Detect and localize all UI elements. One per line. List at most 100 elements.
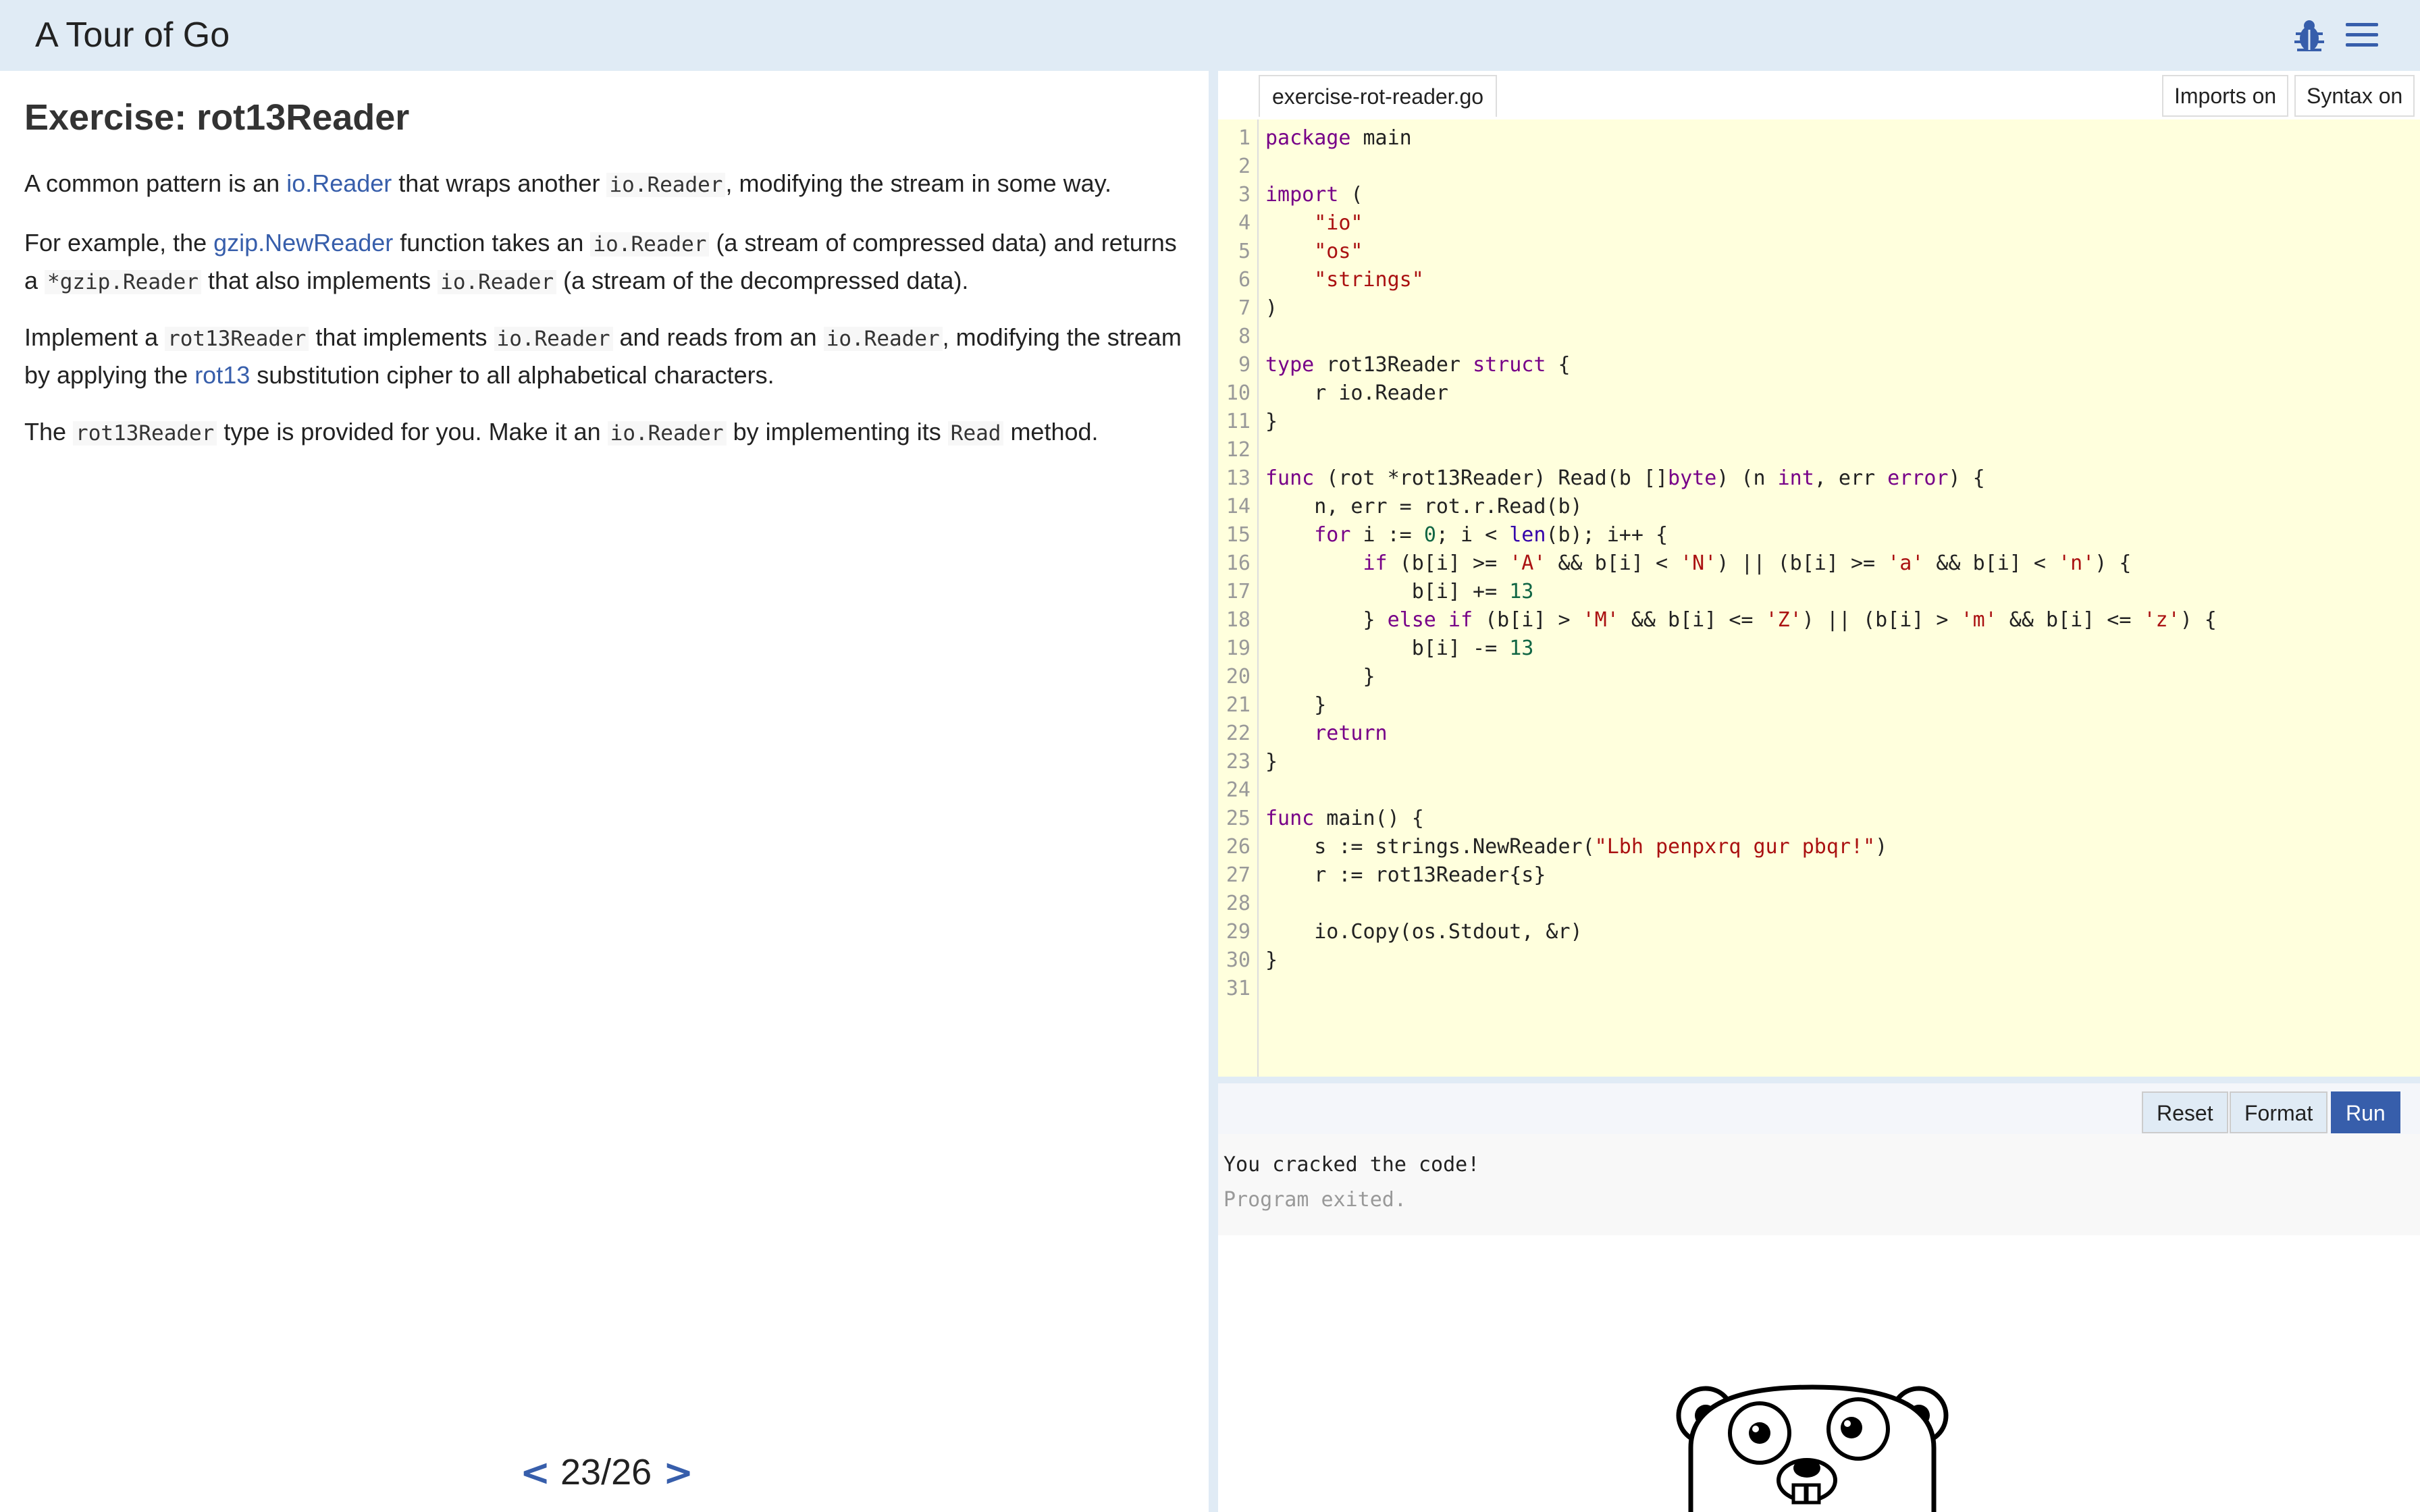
lesson-paragraph: The rot13Reader type is provided for you…: [24, 414, 1192, 452]
panel-resize-handle[interactable]: [1209, 71, 1218, 1512]
gzip-newreader-link[interactable]: gzip.NewReader: [213, 229, 393, 256]
line-number: 9: [1238, 353, 1251, 377]
code-text: }: [1265, 693, 1327, 717]
keyword: return: [1314, 722, 1388, 745]
line-number: 2: [1238, 155, 1251, 178]
code-text: ) {: [2095, 551, 2132, 575]
line-number: 16: [1226, 551, 1251, 575]
next-page-button[interactable]: >: [663, 1451, 693, 1494]
lesson-title: Exercise: rot13Reader: [24, 97, 410, 138]
code-text: i :=: [1350, 523, 1424, 547]
code-text: ) || (b[i] >=: [1716, 551, 1888, 575]
line-number: 6: [1238, 268, 1251, 292]
code-text: ): [1265, 296, 1278, 320]
string-literal: "Lbh penpxrq gur pbqr!": [1594, 835, 1876, 859]
editor-controls: Reset Format Run: [1218, 1077, 2420, 1134]
inline-code: io.Reader: [590, 232, 710, 256]
text: that wraps another: [392, 169, 607, 197]
line-number: 24: [1226, 778, 1251, 802]
code-text: }: [1265, 665, 1375, 688]
text: The: [24, 418, 74, 446]
code-text: (b); i++ {: [1546, 523, 1668, 547]
line-number: 31: [1226, 977, 1251, 1000]
code-text: }: [1265, 948, 1278, 972]
editor-tab-bar: exercise-rot-reader.go Imports on Syntax…: [1218, 71, 2420, 119]
io-reader-link[interactable]: io.Reader: [286, 169, 392, 197]
text: that implements: [309, 323, 494, 351]
builtin-function: len: [1509, 523, 1546, 547]
number-literal: 0: [1423, 523, 1436, 547]
line-number: 19: [1226, 637, 1251, 660]
lesson-paragraph: Implement a rot13Reader that implements …: [24, 319, 1192, 393]
line-number: 18: [1226, 608, 1251, 632]
code-text: ) {: [1948, 466, 1985, 490]
code-line: type rot13Reader struct {: [1265, 353, 1571, 377]
code-line: s := strings.NewReader("Lbh penpxrq gur …: [1265, 835, 1887, 859]
code-text: (b[i] >: [1473, 608, 1583, 632]
rune-literal: 'z': [2143, 608, 2180, 632]
code-line: "os": [1265, 240, 1363, 263]
line-number: 22: [1226, 722, 1251, 745]
string-literal: "io": [1314, 211, 1363, 235]
line-number: 21: [1226, 693, 1251, 717]
line-number: 10: [1226, 381, 1251, 405]
text: type is provided for you. Make it an: [217, 418, 608, 446]
code-text: rot13Reader: [1314, 353, 1473, 377]
keyword: func: [1265, 807, 1315, 830]
rot13-link[interactable]: rot13: [194, 361, 250, 389]
gopher-mascot-image: [1676, 1384, 1949, 1512]
line-number: 1: [1238, 126, 1251, 150]
line-number: 23: [1226, 750, 1251, 774]
hamburger-menu-icon[interactable]: [2346, 20, 2378, 50]
number-literal: 13: [1509, 580, 1534, 603]
bug-icon[interactable]: [2289, 15, 2330, 55]
lesson-paragraph: A common pattern is an io.Reader that wr…: [24, 165, 1192, 203]
text: Implement a: [24, 323, 165, 351]
syntax-toggle-button[interactable]: Syntax on: [2294, 75, 2415, 117]
run-button[interactable]: Run: [2331, 1091, 2400, 1133]
imports-toggle-button[interactable]: Imports on: [2162, 75, 2289, 117]
code-text: ): [1875, 835, 1888, 859]
code-text: ) {: [2180, 608, 2217, 632]
builtin-type: int: [1777, 466, 1814, 490]
code-text: && b[i] <=: [1997, 608, 2144, 632]
line-number: 27: [1226, 863, 1251, 887]
inline-code: io.Reader: [438, 270, 557, 294]
code-text: && b[i] <=: [1619, 608, 1766, 632]
code-line: b[i] += 13: [1265, 580, 1534, 603]
line-number: 13: [1226, 466, 1251, 490]
string-literal: "os": [1314, 240, 1363, 263]
code-line: } else if (b[i] > 'M' && b[i] <= 'Z') ||…: [1265, 608, 2217, 632]
prev-page-button[interactable]: <: [520, 1451, 550, 1494]
text: function takes an: [393, 229, 591, 256]
code-line: ): [1265, 296, 1278, 320]
code-text: r io.Reader: [1265, 381, 1448, 405]
reset-button[interactable]: Reset: [2142, 1091, 2228, 1133]
line-number: 7: [1238, 296, 1251, 320]
site-title[interactable]: A Tour of Go: [35, 15, 230, 55]
string-literal: "strings": [1314, 268, 1424, 292]
code-text: main: [1350, 126, 1412, 150]
text: by implementing its: [726, 418, 948, 446]
text: For example, the: [24, 229, 214, 256]
code-text: && b[i] <: [1924, 551, 2059, 575]
code-editor[interactable]: 1 2 3 4 5 6 7 8 9 10 11 12 13 14 15 16 17 18 19 20 21 22 23 24 2…: [1218, 119, 2420, 1077]
number-literal: 13: [1509, 637, 1534, 660]
line-number: 17: [1226, 580, 1251, 603]
rune-literal: 'n': [2058, 551, 2095, 575]
text: substitution cipher to all alphabetical …: [250, 361, 774, 389]
keyword: package: [1265, 126, 1351, 150]
code-text: b[i] -=: [1265, 637, 1510, 660]
code-text: io.Copy(os.Stdout, &r): [1265, 920, 1583, 944]
format-button[interactable]: Format: [2230, 1091, 2328, 1133]
file-tab[interactable]: exercise-rot-reader.go: [1259, 75, 1498, 117]
code-line: import (: [1265, 183, 1363, 207]
inline-code: io.Reader: [823, 327, 943, 351]
line-number: 30: [1226, 948, 1251, 972]
code-line: io.Copy(os.Stdout, &r): [1265, 920, 1583, 944]
lesson-paragraph: For example, the gzip.NewReader function…: [24, 225, 1192, 300]
inline-code: io.Reader: [494, 327, 613, 351]
inline-code: Read: [947, 421, 1004, 446]
